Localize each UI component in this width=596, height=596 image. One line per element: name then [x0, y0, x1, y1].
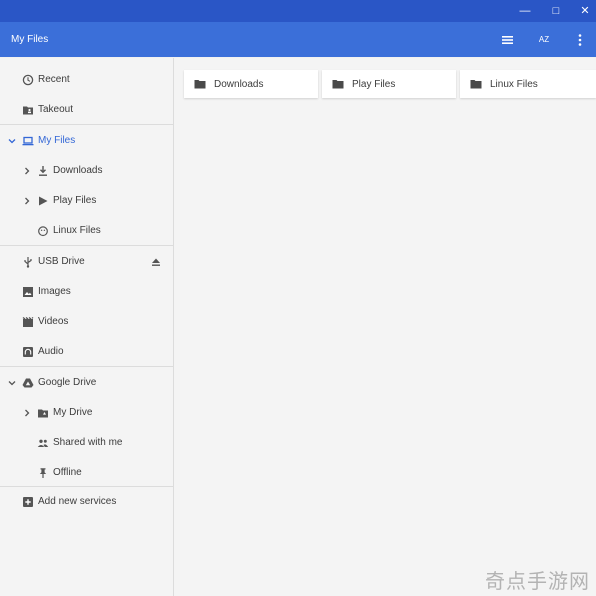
- folder-icon: [332, 80, 344, 89]
- clock-icon: [22, 74, 34, 86]
- restore-button[interactable]: □: [548, 3, 564, 19]
- headphones-icon: [23, 347, 33, 357]
- sidebar-item-audio[interactable]: Audio: [0, 340, 173, 364]
- more-vert-icon: [578, 34, 582, 46]
- close-icon: ✕: [580, 5, 590, 17]
- app-title: My Files: [11, 34, 49, 45]
- more-options-button[interactable]: [570, 30, 590, 50]
- sidebar-item-label: Google Drive: [38, 377, 97, 388]
- people-icon: [37, 439, 49, 447]
- image-icon: [23, 287, 33, 297]
- sidebar-item-label: Recent: [38, 74, 70, 85]
- window-titlebar: — □ ✕: [0, 0, 596, 22]
- sidebar-item-recent[interactable]: Recent: [0, 68, 173, 92]
- sort-az-icon: AZ: [538, 35, 550, 44]
- sidebar-item-label: My Drive: [53, 407, 93, 418]
- sidebar-item-label: Play Files: [53, 195, 97, 206]
- list-view-button[interactable]: [498, 30, 518, 50]
- chevron-down-icon[interactable]: [7, 135, 17, 147]
- folder-icon: [470, 80, 482, 89]
- pin-icon: [39, 468, 47, 478]
- sidebar-item-takeout[interactable]: Takeout: [0, 98, 173, 122]
- folder-shared-icon: [23, 106, 33, 115]
- play-icon: [39, 196, 48, 206]
- sidebar-item-google-drive[interactable]: Google Drive: [0, 371, 173, 395]
- drive-icon: [22, 378, 34, 388]
- sidebar-item-label: Offline: [53, 467, 82, 478]
- app-toolbar: My Files AZ: [0, 22, 596, 57]
- sidebar-item-videos[interactable]: Videos: [0, 310, 173, 334]
- usb-icon: [24, 257, 32, 268]
- folder-name: Play Files: [352, 79, 396, 90]
- sidebar-item-label: USB Drive: [38, 256, 85, 267]
- sidebar-item-label: Audio: [38, 346, 64, 357]
- divider: [0, 486, 173, 487]
- sidebar-item-add-new-services[interactable]: Add new services: [0, 490, 173, 514]
- download-icon: [39, 166, 47, 176]
- sidebar-item-label: Takeout: [38, 104, 74, 115]
- laptop-icon: [22, 136, 34, 146]
- chevron-right-icon[interactable]: [22, 407, 32, 419]
- sidebar-item-label: Shared with me: [53, 437, 123, 448]
- minimize-button[interactable]: —: [517, 3, 533, 19]
- folder-tile-play-files[interactable]: Play Files: [322, 70, 456, 98]
- folder-icon: [194, 80, 206, 89]
- close-button[interactable]: ✕: [577, 3, 593, 19]
- sidebar-item-label: Linux Files: [53, 225, 101, 236]
- chevron-right-icon[interactable]: [22, 195, 32, 207]
- sidebar-item-my-files[interactable]: My Files: [0, 129, 173, 153]
- divider: [0, 245, 173, 246]
- folder-shared-icon: [38, 409, 48, 418]
- folder-tile-linux-files[interactable]: Linux Files: [460, 70, 596, 98]
- sidebar-item-linux-files[interactable]: Linux Files: [0, 219, 173, 243]
- add-box-icon: [23, 497, 33, 507]
- video-icon: [22, 316, 34, 327]
- sidebar-item-label: Add new services: [38, 496, 117, 507]
- sidebar-item-offline[interactable]: Offline: [0, 461, 173, 485]
- watermark: 奇点手游网: [485, 569, 590, 593]
- sidebar-item-usb-drive[interactable]: USB Drive: [0, 250, 173, 274]
- file-list: Downloads Play Files Linux Files: [174, 58, 596, 596]
- sidebar: Recent Takeout My Files Downloads Play F…: [0, 58, 174, 596]
- sidebar-item-label: Videos: [38, 316, 69, 327]
- sidebar-item-play-files[interactable]: Play Files: [0, 189, 173, 213]
- chevron-right-icon[interactable]: [22, 165, 32, 177]
- divider: [0, 366, 173, 367]
- restore-icon: □: [552, 5, 560, 17]
- folder-name: Downloads: [214, 79, 264, 90]
- divider: [0, 124, 173, 125]
- sidebar-item-label: Downloads: [53, 165, 103, 176]
- eject-icon[interactable]: [150, 256, 162, 268]
- sidebar-item-my-drive[interactable]: My Drive: [0, 401, 173, 425]
- minimize-icon: —: [519, 5, 531, 17]
- sidebar-item-downloads[interactable]: Downloads: [0, 159, 173, 183]
- sidebar-item-shared-with-me[interactable]: Shared with me: [0, 431, 173, 455]
- folder-tile-downloads[interactable]: Downloads: [184, 70, 318, 98]
- sidebar-item-label: Images: [38, 286, 71, 297]
- list-view-icon: [502, 36, 513, 44]
- sort-button[interactable]: AZ: [534, 30, 554, 50]
- sidebar-item-images[interactable]: Images: [0, 280, 173, 304]
- sidebar-item-label: My Files: [38, 135, 76, 146]
- folder-name: Linux Files: [490, 79, 538, 90]
- linux-icon: [38, 226, 48, 237]
- chevron-down-icon[interactable]: [7, 377, 17, 389]
